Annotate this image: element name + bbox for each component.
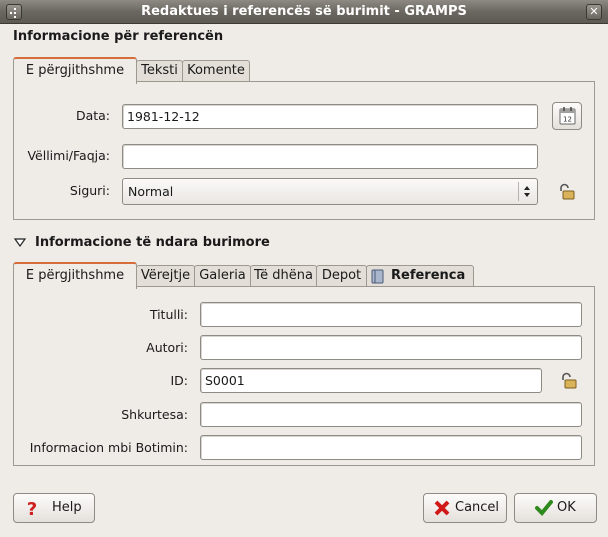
tab-references-label: Referenca (391, 268, 466, 283)
calendar-button[interactable]: 12 (552, 102, 582, 130)
tab-source-repositories[interactable]: Depot (316, 265, 367, 287)
tab-reference-notes[interactable]: Komente (182, 60, 250, 82)
tab-source-general[interactable]: E përgjithshme (13, 262, 137, 289)
svg-text:12: 12 (563, 116, 572, 124)
tab-source-notes[interactable]: Vërejtje (136, 265, 195, 287)
padlock-open-icon[interactable] (560, 372, 578, 390)
help-label: Help (52, 500, 82, 515)
confidence-label: Siguri: (69, 183, 110, 198)
help-button[interactable]: ? Help (13, 493, 95, 523)
volume-page-input[interactable] (122, 144, 538, 169)
author-label: Autori: (146, 340, 188, 355)
ok-label: OK (557, 500, 576, 515)
ok-button[interactable]: OK (514, 493, 597, 523)
references-book-icon (371, 269, 384, 284)
pubinfo-label: Informacion mbi Botimin: (29, 440, 188, 455)
title-label: Titulli: (149, 307, 188, 322)
source-author-input[interactable] (200, 335, 582, 360)
abbreviation-input[interactable] (200, 402, 582, 427)
reference-heading: Informacione për referencën (13, 29, 224, 44)
volume-label: Vëllimi/Faqja: (27, 148, 110, 163)
date-label: Data: (75, 108, 110, 123)
abbreviation-label: Shkurtesa: (121, 407, 188, 422)
tab-source-references[interactable]: Referenca (366, 265, 474, 287)
tab-reference-general[interactable]: E përgjithshme (13, 57, 137, 84)
source-tabs: E përgjithshme Vërejtje Galeria Të dhëna… (13, 262, 595, 289)
tab-source-data[interactable]: Të dhëna (250, 265, 317, 287)
green-check-icon (535, 500, 553, 516)
updown-arrows-icon (518, 182, 533, 201)
id-label: ID: (170, 373, 188, 388)
confidence-value: Normal (128, 184, 174, 199)
source-title-input[interactable] (200, 302, 582, 327)
svg-text:?: ? (27, 499, 37, 517)
question-mark-icon: ? (27, 499, 37, 517)
close-icon[interactable]: ✕ (586, 4, 602, 20)
date-input[interactable]: 1981-12-12 (122, 104, 538, 129)
source-id-input[interactable]: S0001 (200, 368, 542, 393)
window-title: Redaktues i referencës së burimit - GRAM… (141, 4, 467, 19)
expander-down-icon[interactable] (14, 237, 26, 247)
red-x-icon (434, 500, 450, 516)
pubinfo-input[interactable] (200, 435, 582, 460)
source-heading[interactable]: Informacione të ndara burimore (35, 235, 270, 250)
reference-tabs: E përgjithshme Teksti Komente (13, 57, 595, 84)
padlock-open-icon[interactable] (558, 183, 576, 201)
tab-reference-text[interactable]: Teksti (136, 60, 183, 82)
cancel-button[interactable]: Cancel (423, 493, 507, 523)
calendar-icon: 12 (559, 107, 576, 125)
tab-source-gallery[interactable]: Galeria (194, 265, 251, 287)
confidence-select[interactable]: Normal (122, 178, 538, 205)
cancel-label: Cancel (455, 500, 500, 515)
